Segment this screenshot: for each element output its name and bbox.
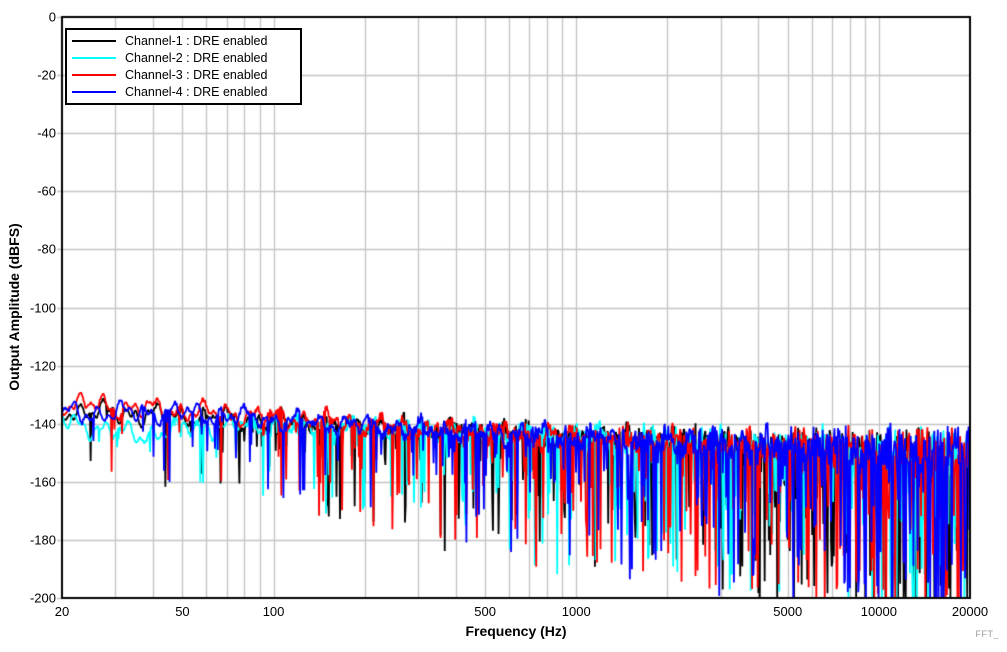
y-tick-label: 0 bbox=[0, 10, 56, 25]
legend-item-channel-2: Channel-2 : DRE enabled bbox=[72, 49, 294, 66]
x-tick-label: 500 bbox=[474, 604, 496, 619]
legend-line-swatch-channel-4 bbox=[72, 91, 116, 93]
x-tick-label: 100 bbox=[263, 604, 285, 619]
y-axis-title: Output Amplitude (dBFS) bbox=[6, 223, 22, 390]
watermark-fft: FFT_ bbox=[976, 629, 1000, 639]
legend-label-channel-2: Channel-2 : DRE enabled bbox=[125, 51, 267, 65]
y-tick-label: -60 bbox=[0, 184, 56, 199]
y-tick-label: -20 bbox=[0, 68, 56, 83]
legend-line-swatch-channel-3 bbox=[72, 74, 116, 76]
legend-line-swatch-channel-2 bbox=[72, 57, 116, 59]
legend-item-channel-3: Channel-3 : DRE enabled bbox=[72, 66, 294, 83]
x-tick-label: 5000 bbox=[773, 604, 802, 619]
y-tick-label: -200 bbox=[0, 591, 56, 606]
y-tick-label: -140 bbox=[0, 416, 56, 431]
x-axis-title: Frequency (Hz) bbox=[465, 623, 566, 639]
legend-item-channel-1: Channel-1 : DRE enabled bbox=[72, 32, 294, 49]
legend-label-channel-1: Channel-1 : DRE enabled bbox=[125, 34, 267, 48]
y-tick-label: -160 bbox=[0, 474, 56, 489]
legend-line-swatch-channel-1 bbox=[72, 40, 116, 42]
y-tick-label: -40 bbox=[0, 126, 56, 141]
fft-figure: 20 50 100 500 1000 5000 10000 20000 0 -20 -40 -60 -… bbox=[0, 0, 1007, 652]
x-tick-label: 10000 bbox=[861, 604, 897, 619]
legend-item-channel-4: Channel-4 : DRE enabled bbox=[72, 83, 294, 100]
legend-label-channel-3: Channel-3 : DRE enabled bbox=[125, 68, 267, 82]
x-tick-label: 1000 bbox=[562, 604, 591, 619]
x-tick-label: 20000 bbox=[952, 604, 988, 619]
x-tick-label: 20 bbox=[55, 604, 69, 619]
x-tick-label: 50 bbox=[175, 604, 189, 619]
legend: Channel-1 : DRE enabled Channel-2 : DRE … bbox=[65, 28, 302, 105]
legend-label-channel-4: Channel-4 : DRE enabled bbox=[125, 85, 267, 99]
y-tick-label: -180 bbox=[0, 532, 56, 547]
